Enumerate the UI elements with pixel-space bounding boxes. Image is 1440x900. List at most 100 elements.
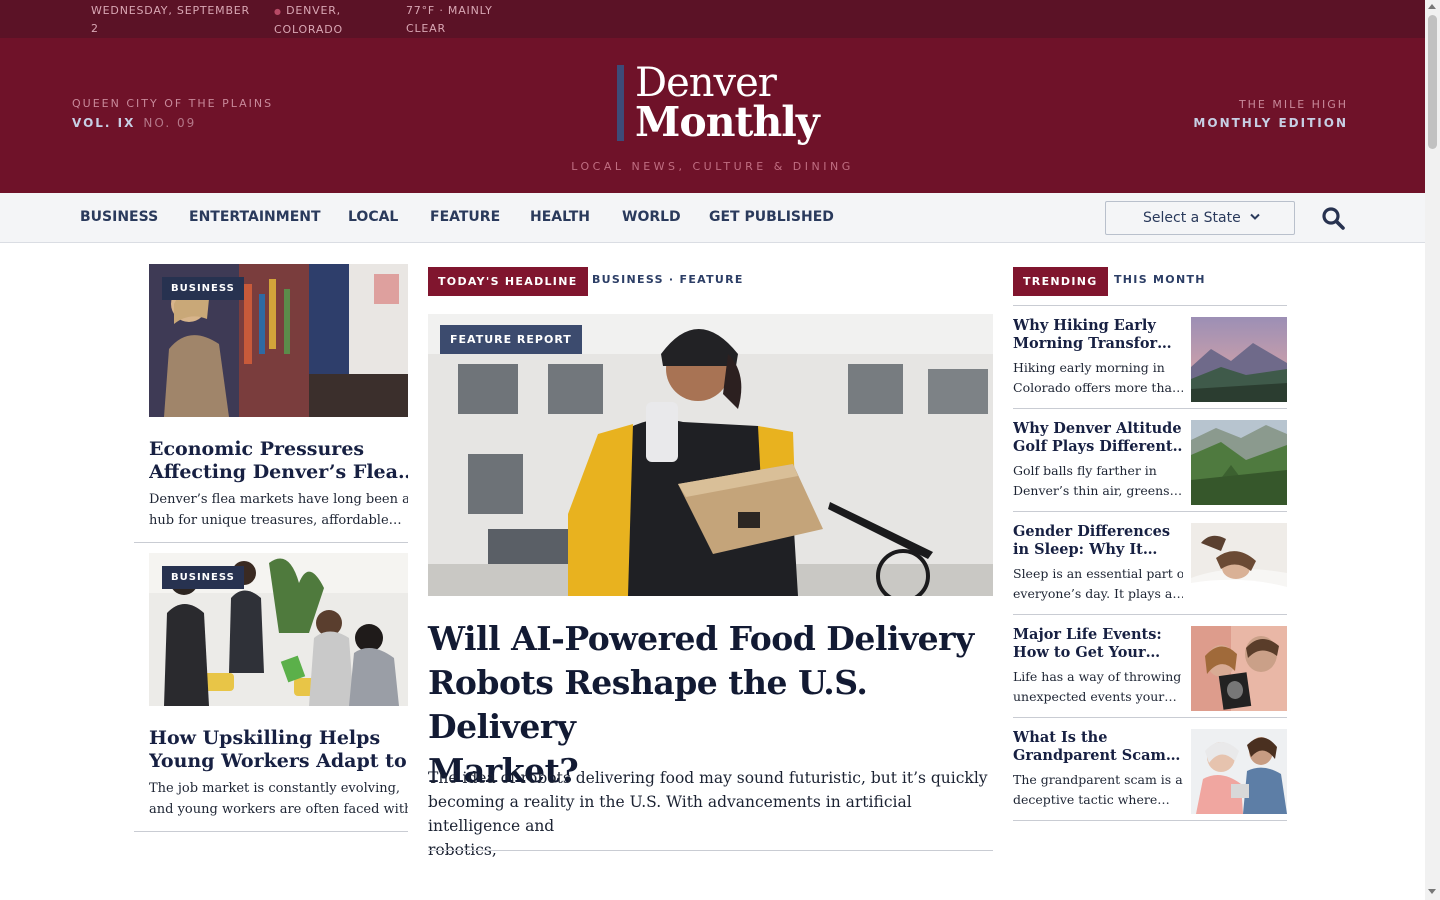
trending-tag: TRENDING (1013, 267, 1108, 296)
trending-item[interactable]: Major Life Events: How to Get Your… Life… (1013, 626, 1287, 729)
issue-number: NO. 09 (143, 116, 197, 130)
todays-headline-tag: TODAY'S HEADLINE (428, 267, 588, 296)
trending-excerpt-line: everyone’s day. It plays a… (1013, 586, 1183, 601)
article-image[interactable]: BUSINESS (149, 264, 408, 417)
location-dot-icon: ● (274, 7, 282, 16)
divider (1013, 408, 1287, 409)
article-excerpt-line: Denver’s flea markets have long been a (149, 492, 408, 507)
article-excerpt: The job market is constantly evolving, a… (149, 778, 408, 820)
nav-item-feature[interactable]: FEATURE (430, 209, 500, 225)
trending-title-line: How to Get Your… (1013, 644, 1161, 661)
trending-title[interactable]: Gender Differences in Sleep: Why It… (1013, 523, 1183, 559)
feature-report-badge[interactable]: FEATURE REPORT (440, 325, 582, 354)
trending-excerpt: Hiking early morning in Colorado offers … (1013, 358, 1183, 398)
headline-categories[interactable]: BUSINESS · FEATURE (592, 273, 744, 286)
article-image[interactable]: BUSINESS (149, 553, 408, 706)
masthead-left-kicker: QUEEN CITY OF THE PLAINS (72, 97, 274, 110)
main-lede: The idea of robots delivering food may s… (428, 766, 993, 862)
nav-item-world[interactable]: WORLD (622, 209, 681, 225)
trending-thumbnail[interactable] (1191, 420, 1287, 505)
hero-image[interactable]: FEATURE REPORT (428, 314, 993, 596)
trending-title-line: Golf Plays Different… (1013, 438, 1183, 455)
trending-excerpt: The grandparent scam is a deceptive tact… (1013, 770, 1183, 810)
trending-excerpt-line: unexpected events your… (1013, 689, 1177, 704)
trending-excerpt-line: Sleep is an essential part of (1013, 566, 1183, 581)
weather-display: 77°F · MAINLY CLEAR (406, 2, 493, 38)
trending-title[interactable]: Why Denver Altitude Golf Plays Different… (1013, 420, 1183, 456)
trending-title[interactable]: Why Hiking Early Morning Transfor… (1013, 317, 1183, 353)
trending-excerpt: Sleep is an essential part of everyone’s… (1013, 564, 1183, 604)
trending-item[interactable]: What Is the Grandparent Scam… The grandp… (1013, 729, 1287, 832)
volume-label: VOL. IX (72, 116, 136, 130)
trending-item[interactable]: Gender Differences in Sleep: Why It… Sle… (1013, 523, 1287, 626)
trending-title[interactable]: What Is the Grandparent Scam… (1013, 729, 1183, 765)
weather-line-2: CLEAR (406, 22, 446, 35)
masthead-right-info: THE MILE HIGH MONTHLY EDITION (1193, 98, 1348, 130)
trending-item[interactable]: Why Denver Altitude Golf Plays Different… (1013, 420, 1287, 523)
location-display: ● DENVER, COLORADO (274, 2, 343, 39)
trending-excerpt-line: deceptive tactic where… (1013, 792, 1170, 807)
date-display: WEDNESDAY, SEPTEMBER 2 (91, 2, 250, 38)
headline-line: Robots Reshape the U.S. Delivery (428, 663, 868, 746)
trending-title-line: Gender Differences (1013, 523, 1171, 540)
trending-thumbnail[interactable] (1191, 729, 1287, 814)
masthead-left-info: QUEEN CITY OF THE PLAINS VOL. IX NO. 09 (72, 97, 273, 130)
category-badge[interactable]: BUSINESS (162, 277, 244, 300)
nav-item-health[interactable]: HEALTH (530, 209, 590, 225)
trending-excerpt: Life has a way of throwing unexpected ev… (1013, 667, 1183, 707)
article-title[interactable]: How Upskilling Helps Young Workers Adapt… (149, 727, 408, 773)
trending-title-line: Why Hiking Early (1013, 317, 1156, 334)
main-nav: BUSINESS ENTERTAINMENT LOCAL FEATURE HEA… (0, 193, 1425, 243)
scroll-up-icon[interactable] (1428, 4, 1436, 9)
article-excerpt-line: The job market is constantly evolving, (149, 781, 401, 796)
trending-excerpt: Golf balls fly farther in Denver’s thin … (1013, 461, 1183, 501)
lede-line: becoming a reality in the U.S. With adva… (428, 793, 912, 835)
trending-thumbnail[interactable] (1191, 626, 1287, 711)
trending-thumbnail[interactable] (1191, 523, 1287, 608)
masthead: QUEEN CITY OF THE PLAINS VOL. IX NO. 09 D… (0, 38, 1425, 193)
trending-excerpt-line: Life has a way of throwing (1013, 669, 1182, 684)
trending-title-line: Grandparent Scam… (1013, 747, 1181, 764)
nav-item-local[interactable]: LOCAL (348, 209, 398, 225)
article-title-line: Young Workers Adapt to… (149, 750, 408, 772)
article-excerpt-line: and young workers are often faced with… (149, 802, 408, 817)
left-article-card[interactable]: BUSINESS How Upskilling Helps Young Work… (134, 553, 408, 832)
trending-excerpt-line: The grandparent scam is a (1013, 772, 1183, 787)
nav-item-entertainment[interactable]: ENTERTAINMENT (189, 209, 321, 225)
divider (1013, 511, 1287, 512)
article-title[interactable]: Economic Pressures Affecting Denver’s Fl… (149, 438, 408, 484)
search-icon[interactable] (1321, 206, 1347, 232)
trending-thumbnail[interactable] (1191, 317, 1287, 402)
trending-item[interactable]: Why Hiking Early Morning Transfor… Hikin… (1013, 317, 1287, 420)
trending-title-line: Morning Transfor… (1013, 335, 1172, 352)
headline-line: Will AI-Powered Food Delivery (428, 619, 974, 658)
trending-title-line: Why Denver Altitude (1013, 420, 1182, 437)
left-article-card[interactable]: BUSINESS Economic Pressures Affecting De… (134, 264, 408, 543)
top-info-bar: WEDNESDAY, SEPTEMBER 2 ● DENVER, COLORAD… (0, 0, 1425, 38)
scrollbar-thumb[interactable] (1428, 15, 1437, 149)
date-line-2: 2 (91, 22, 99, 35)
divider (1013, 820, 1287, 821)
masthead-right-kicker: THE MILE HIGH (1238, 98, 1348, 111)
trending-excerpt-line: Hiking early morning in (1013, 360, 1165, 375)
scroll-down-icon[interactable] (1428, 889, 1436, 894)
nav-item-get-published[interactable]: GET PUBLISHED (709, 209, 834, 225)
trending-excerpt-line: Denver’s thin air, greens… (1013, 483, 1183, 498)
nav-item-business[interactable]: BUSINESS (80, 209, 158, 225)
lede-line: The idea of robots delivering food may s… (428, 769, 988, 787)
location-line-1: DENVER, (286, 4, 341, 17)
article-title-line: How Upskilling Helps (149, 727, 381, 749)
trending-title-line: What Is the (1013, 729, 1108, 746)
article-title-line: Affecting Denver’s Flea… (149, 461, 408, 483)
article-title-line: Economic Pressures (149, 438, 365, 460)
page-scrollbar[interactable] (1425, 0, 1440, 900)
state-select[interactable]: Select a State (1105, 201, 1295, 235)
state-select-label: Select a State (1143, 210, 1241, 226)
chevron-down-icon (1250, 211, 1260, 224)
weather-line-1: 77°F · MAINLY (406, 4, 493, 17)
trending-title[interactable]: Major Life Events: How to Get Your… (1013, 626, 1183, 662)
trending-title-line: in Sleep: Why It… (1013, 541, 1158, 558)
logo-bar (617, 65, 624, 141)
article-excerpt-line: hub for unique treasures, affordable… (149, 513, 402, 528)
category-badge[interactable]: BUSINESS (162, 566, 244, 589)
